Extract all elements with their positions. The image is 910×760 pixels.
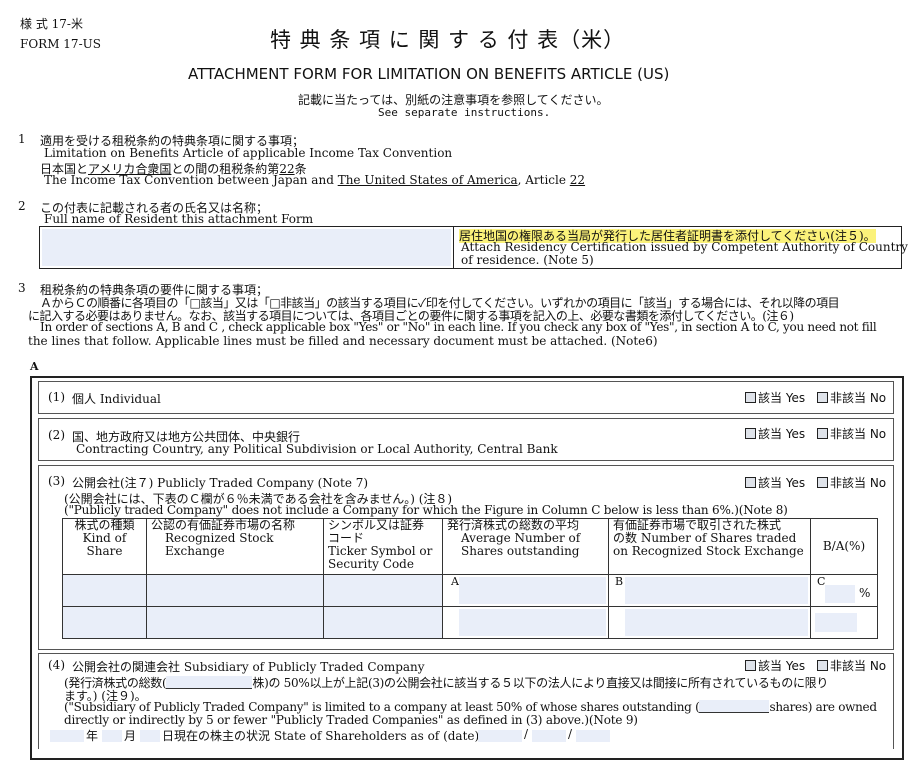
checkbox-icon (817, 428, 828, 439)
item1-no-checkbox[interactable]: 非該当 No (817, 389, 886, 406)
item4-note-en-2: directly or indirectly by 5 or fewer "Pu… (64, 713, 638, 727)
checkbox-icon (745, 660, 756, 671)
column-a-marker: A (451, 575, 459, 588)
shares-traded-cell (608, 606, 811, 639)
date-separator: / (568, 727, 573, 741)
checkbox-icon (817, 477, 828, 488)
average-shares-cell (442, 606, 609, 639)
stock-table-row: A B C % (62, 574, 878, 607)
item4-note-ja-1: (発行済株式の総数(株)の 50%以上が上記(3)の公開会社に該当する５以下の法… (64, 676, 829, 690)
item1-label: 個人 Individual (72, 392, 161, 406)
shares-traded-input[interactable] (625, 609, 808, 636)
ratio-input[interactable] (815, 613, 857, 632)
month-label: 月 (124, 729, 137, 743)
ticker-symbol-input[interactable] (323, 574, 443, 607)
header-ticker-symbol: シンボル又は証券 コード Ticker Symbol or Security Code (323, 518, 443, 575)
section-a-label: A (30, 360, 39, 373)
average-shares-input[interactable] (459, 609, 606, 636)
shares-traded-input[interactable] (625, 577, 808, 604)
stock-table-row (62, 606, 878, 639)
stock-table-header: 株式の種類 Kind of Share 公認の有価証券市場の名称 Recognized… (62, 518, 878, 575)
item4-label: 公開会社の関連会社 Subsidiary of Publicly Traded … (72, 660, 425, 674)
section3-instructions-en-1: In order of sections A, B and C , check … (40, 320, 877, 334)
header-shares-traded: 有価証券市場で取引された株式 の数 Number of Shares traded… (608, 518, 811, 575)
stock-table: 株式の種類 Kind of Share 公認の有価証券市場の名称 Recognized… (62, 518, 878, 639)
item4-no-checkbox[interactable]: 非該当 No (817, 657, 886, 674)
residency-cert-note-en-1: Attach Residency Certification issued by… (461, 240, 908, 254)
convention-article-en[interactable]: 22 (570, 173, 585, 187)
as-of-date-field-3[interactable] (576, 730, 610, 742)
date-separator: / (524, 727, 529, 741)
item1-yes-checkbox[interactable]: 該当 Yes (745, 389, 805, 406)
convention-country-en[interactable]: The United States of America (338, 173, 518, 187)
average-shares-input[interactable] (459, 577, 606, 604)
item2-no-checkbox[interactable]: 非該当 No (817, 425, 886, 442)
resident-name-input[interactable] (42, 229, 451, 266)
as-of-date-field-2[interactable] (532, 730, 566, 742)
section2-heading-en: Full name of Resident this attachment Fo… (44, 212, 314, 226)
checkbox-icon (745, 392, 756, 403)
item2-yes-checkbox[interactable]: 該当 Yes (745, 425, 805, 442)
item3-yes-checkbox[interactable]: 該当 Yes (745, 474, 805, 491)
header-average-shares: 発行済株式の総数の平均 Average Number of Shares outst… (442, 518, 609, 575)
section1-heading-en: Limitation on Benefits Article of applic… (44, 146, 453, 160)
kind-of-share-input[interactable] (62, 606, 147, 639)
shareholder-date-month-input[interactable] (102, 730, 122, 742)
total-shares-input-ja[interactable] (166, 676, 253, 689)
checkbox-icon (817, 392, 828, 403)
item2-label-en: Contracting Country, any Political Subdi… (76, 442, 558, 456)
ratio-input[interactable] (825, 585, 855, 603)
instructions-note-en: See separate instructions. (378, 106, 551, 119)
column-b-marker: B (615, 575, 624, 588)
stock-exchange-input[interactable] (146, 606, 324, 639)
item1-number: (1) (48, 390, 65, 404)
header-kind-of-share: 株式の種類 Kind of Share (62, 518, 147, 575)
item3-label: 公開会社(注７) Publicly Traded Company (Note 7… (72, 476, 369, 490)
resident-box-divider (453, 227, 454, 268)
item3-number: (3) (48, 474, 65, 488)
item2-number: (2) (48, 428, 65, 442)
form-number-ja: 様 式 17-米 (20, 17, 83, 31)
total-shares-input-en[interactable] (699, 700, 770, 713)
shareholder-date-year-input[interactable] (50, 730, 84, 742)
shares-traded-cell: B (608, 574, 811, 607)
section3-instructions-en-2: the lines that follow. Applicable lines … (28, 334, 658, 348)
form-title-ja: 特 典 条 項 に 関 す る 付 表（米） (270, 28, 626, 52)
checkbox-icon (745, 428, 756, 439)
checkbox-icon (817, 660, 828, 671)
ratio-cell: C % (810, 574, 878, 607)
form-title-en: ATTACHMENT FORM FOR LIMITATION ON BENEFI… (188, 65, 670, 83)
year-label: 年 (86, 729, 99, 743)
section2-number: 2 (18, 199, 26, 213)
item4-yes-checkbox[interactable]: 該当 Yes (745, 657, 805, 674)
day-label: 日現在の株主の状況 State of Shareholders as of (d… (162, 729, 480, 743)
header-ratio: B/A(%) (810, 518, 878, 575)
section3-number: 3 (18, 281, 26, 295)
average-shares-cell: A (442, 574, 609, 607)
ratio-cell (810, 606, 878, 639)
form-number-en: FORM 17-US (20, 37, 101, 51)
residency-cert-note-en-2: of residence. (Note 5) (461, 253, 594, 267)
checkbox-icon (745, 477, 756, 488)
section1-number: 1 (18, 132, 26, 146)
shareholder-date-day-input[interactable] (140, 730, 160, 742)
kind-of-share-input[interactable] (62, 574, 147, 607)
item4-number: (4) (48, 658, 65, 672)
item3-note-en: ("Publicly traded Company" does not incl… (64, 503, 788, 517)
percent-sign: % (859, 586, 871, 600)
stock-exchange-input[interactable] (146, 574, 324, 607)
section1-convention-en: The Income Tax Convention between Japan … (44, 173, 586, 187)
header-stock-exchange: 公認の有価証券市場の名称 Recognized Stock Exchange (146, 518, 324, 575)
item3-no-checkbox[interactable]: 非該当 No (817, 474, 886, 491)
as-of-date-field-1[interactable] (478, 730, 522, 742)
item4-note-en-1: ("Subsidiary of Publicly Traded Company"… (64, 700, 877, 714)
ticker-symbol-input[interactable] (323, 606, 443, 639)
